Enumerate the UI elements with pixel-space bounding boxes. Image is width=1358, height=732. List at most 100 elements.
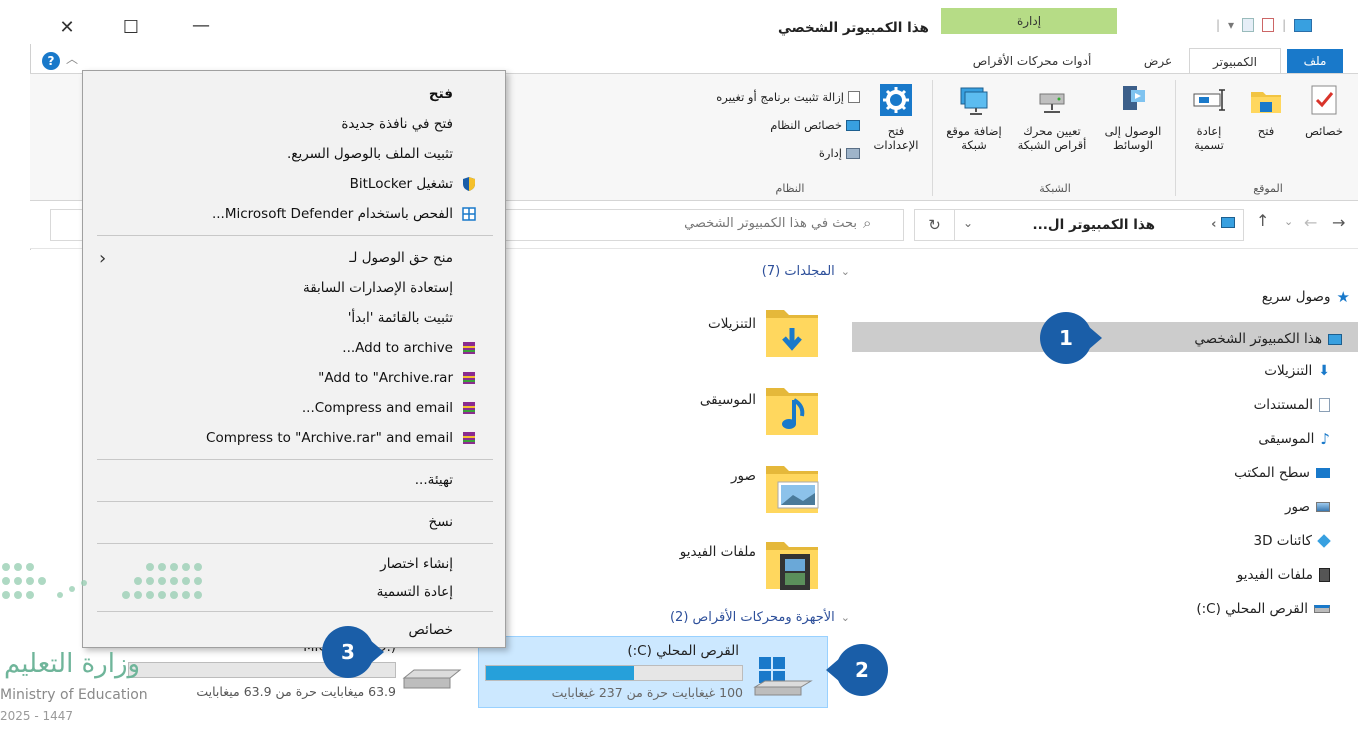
- uninstall-icon: [848, 91, 860, 103]
- nav-item-videos[interactable]: ملفات الفيديو: [1060, 558, 1350, 592]
- menu-item-add-archive[interactable]: ...Add to archive: [93, 335, 497, 361]
- rename-button[interactable]: إعادة تسمية: [1182, 82, 1236, 152]
- menu-item-compress-rar-email[interactable]: Compress to "Archive.rar" and email: [93, 425, 497, 451]
- group-label-network: الشبكة: [1039, 182, 1071, 195]
- network-drive-icon: [1039, 93, 1065, 113]
- add-network-location-button[interactable]: إضافة موقع شبكة: [938, 82, 1010, 152]
- recent-dropdown-icon[interactable]: ⌄: [1284, 215, 1293, 228]
- properties-button[interactable]: خصائص: [1296, 82, 1352, 138]
- refresh-icon[interactable]: ↻: [915, 210, 955, 240]
- open-button[interactable]: فتح: [1240, 82, 1292, 138]
- nav-item-music[interactable]: ♪ الموسيقى: [1060, 422, 1350, 456]
- minimize-button[interactable]: —: [178, 8, 224, 42]
- close-button[interactable]: ✕: [44, 10, 90, 44]
- manage-tab[interactable]: إدارة: [941, 8, 1117, 34]
- nav-item-3d-objects[interactable]: كائنات 3D: [1060, 524, 1350, 558]
- menu-item-copy[interactable]: نسخ: [93, 509, 497, 535]
- open-settings-button[interactable]: فتح الإعدادات: [864, 82, 928, 152]
- address-dropdown-icon[interactable]: ⌄: [963, 216, 973, 230]
- menu-item-format[interactable]: تهيئة...: [93, 467, 497, 493]
- search-icon: ⌕: [863, 214, 872, 232]
- video-icon: [1319, 568, 1330, 582]
- folder-music[interactable]: [764, 378, 820, 440]
- system-properties-icon: [846, 119, 860, 131]
- search-input[interactable]: بحث في هذا الكمبيوتر الشخصي: [617, 216, 857, 231]
- menu-separator: [97, 501, 493, 502]
- address-box[interactable]: › هذا الكمبيوتر ال... ⌄ ↻: [914, 209, 1244, 241]
- drive-d-icon: [400, 664, 464, 700]
- tab-file[interactable]: ملف: [1287, 49, 1343, 73]
- menu-item-bitlocker[interactable]: تشغيل BitLocker: [93, 171, 497, 197]
- folder-downloads[interactable]: [764, 300, 820, 362]
- properties-small-icon[interactable]: [1242, 18, 1255, 32]
- folder-label: ملفات الفيديو: [679, 544, 756, 560]
- drive-c-usage-bar: [485, 665, 743, 681]
- folder-videos[interactable]: [764, 532, 820, 596]
- up-arrow-icon[interactable]: ↑: [1256, 211, 1269, 230]
- menu-item-give-access[interactable]: منح حق الوصول لـ ‹: [93, 245, 497, 271]
- folder-label: التنزيلات: [708, 316, 756, 332]
- help-icon[interactable]: ?: [42, 52, 60, 70]
- system-properties-button[interactable]: خصائص النظام: [640, 118, 860, 132]
- manage-icon: [846, 147, 860, 159]
- callout-badge-3: 3: [322, 626, 374, 678]
- tab-drive-tools[interactable]: أدوات محركات الأقراص: [948, 49, 1116, 73]
- watermark-english-text: Ministry of Education: [0, 687, 148, 703]
- back-arrow-icon[interactable]: →: [1332, 213, 1345, 232]
- breadcrumb[interactable]: ›: [1155, 217, 1235, 232]
- tab-computer[interactable]: الكمبيوتر: [1189, 48, 1281, 74]
- callout-1: 1: [1040, 312, 1102, 364]
- menu-item-defender-scan[interactable]: الفحص باستخدام Microsoft Defender...: [93, 201, 497, 227]
- drive-icon: [1314, 605, 1330, 613]
- menu-item-open-new-window[interactable]: فتح في نافذة جديدة: [93, 111, 497, 137]
- folders-section-header[interactable]: ⌄ المجلدات (7): [620, 264, 850, 279]
- download-icon: ⬇: [1318, 363, 1330, 379]
- defender-icon: [461, 206, 477, 222]
- nav-item-downloads[interactable]: ⬇ التنزيلات: [1060, 354, 1350, 388]
- uninstall-program-button[interactable]: إزالة تثبيت برنامج أو تغييره: [640, 90, 860, 104]
- nav-item-desktop[interactable]: سطح المكتب: [1060, 456, 1350, 490]
- menu-item-pin-quick-access[interactable]: تثبيت الملف بالوصول السريع.: [93, 141, 497, 167]
- menu-item-pin-start[interactable]: تثبيت بالقائمة 'ابدأ': [93, 305, 497, 331]
- ministry-watermark: وزارة التعليم Ministry of Education 2025…: [0, 555, 220, 732]
- menu-item-add-archive-rar[interactable]: "Add to "Archive.rar: [93, 365, 497, 391]
- map-drive-button[interactable]: تعيين محرك أقراص الشبكة: [1012, 82, 1092, 152]
- breadcrumb-chevron-icon: ›: [1211, 217, 1217, 232]
- nav-item-local-disk[interactable]: القرص المحلي (C:): [1060, 592, 1350, 626]
- winrar-icon: [461, 370, 477, 386]
- access-media-button[interactable]: الوصول إلى الوسائط: [1094, 82, 1172, 152]
- menu-item-compress-email[interactable]: ...Compress and email: [93, 395, 497, 421]
- 3d-objects-icon: [1317, 534, 1331, 548]
- forward-arrow-icon[interactable]: ←: [1304, 213, 1317, 232]
- maximize-button[interactable]: ☐: [108, 10, 154, 44]
- videos-folder-icon: [766, 542, 818, 590]
- manage-button[interactable]: إدارة: [640, 146, 860, 160]
- menu-item-restore-versions[interactable]: إستعادة الإصدارات السابقة: [93, 275, 497, 301]
- computer-small-icon[interactable]: [1294, 18, 1313, 32]
- nav-item-quick-access[interactable]: ★ وصول سريع: [1060, 282, 1350, 312]
- collapse-ribbon-icon[interactable]: ︿: [66, 50, 78, 67]
- ribbon-divider: [932, 80, 933, 196]
- folder-pictures[interactable]: [764, 456, 820, 518]
- devices-section-header[interactable]: ⌄ الأجهزة ومحركات الأقراص (2): [560, 610, 850, 625]
- pictures-folder-icon: [766, 466, 819, 513]
- callout-2: 2: [826, 644, 888, 696]
- group-label-system: النظام: [775, 182, 805, 195]
- chevron-down-icon: ⌄: [840, 611, 850, 624]
- callout-3: 3: [322, 626, 384, 678]
- nav-item-documents[interactable]: المستندات: [1060, 388, 1350, 422]
- breadcrumb-path[interactable]: هذا الكمبيوتر ال...: [995, 217, 1155, 233]
- drive-c-tile[interactable]: القرص المحلي (C:) 100 غيغابايت حرة من 23…: [478, 636, 828, 708]
- title-bar: ✕ ☐ — هذا الكمبيوتر الشخصي | ▾ |: [30, 8, 1358, 44]
- settings-gear-icon: [880, 84, 912, 116]
- network-location-icon: [960, 87, 988, 115]
- dropdown-arrow-icon[interactable]: ▾: [1228, 18, 1234, 32]
- winrar-icon: [461, 400, 477, 416]
- nav-item-pictures[interactable]: صور: [1060, 490, 1350, 524]
- menu-item-open[interactable]: فتح: [93, 81, 497, 107]
- computer-icon: [1328, 333, 1342, 345]
- checkmark-small-icon[interactable]: [1262, 18, 1275, 32]
- nav-item-this-pc[interactable]: هذا الكمبيوتر الشخصي: [1060, 324, 1350, 354]
- tab-view[interactable]: عرض: [1130, 49, 1186, 73]
- drive-c-free-text: 100 غيغابايت حرة من 237 غيغابايت: [551, 685, 743, 700]
